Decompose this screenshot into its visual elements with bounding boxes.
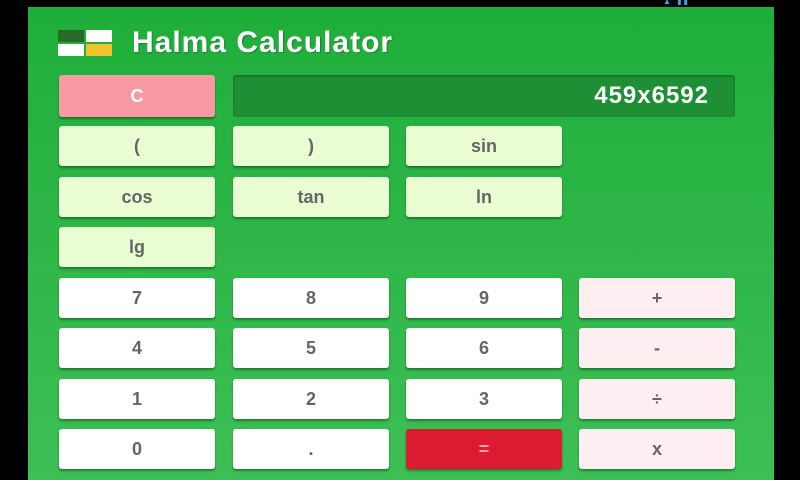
title-bar: Halma Calculator <box>58 25 393 61</box>
sin-button[interactable]: sin <box>406 126 562 166</box>
digit-1-button[interactable]: 1 <box>59 379 215 419</box>
digit-4-button[interactable]: 4 <box>59 328 215 368</box>
calculator-app: Halma Calculator C 459x6592 ( ) sin cos … <box>28 7 774 480</box>
divide-button[interactable]: ÷ <box>579 379 735 419</box>
digit-0-button[interactable]: 0 <box>59 429 215 469</box>
decimal-point-button[interactable]: . <box>233 429 389 469</box>
digit-8-button[interactable]: 8 <box>233 278 389 318</box>
halma-logo-icon <box>58 30 114 56</box>
digit-7-button[interactable]: 7 <box>59 278 215 318</box>
tan-button[interactable]: tan <box>233 177 389 217</box>
lg-button[interactable]: lg <box>59 227 215 267</box>
status-bar: ▲ ▮▮ <box>0 0 800 7</box>
status-icons: ▲ ▮▮ <box>663 0 690 6</box>
plus-button[interactable]: + <box>579 278 735 318</box>
multiply-button[interactable]: x <box>579 429 735 469</box>
right-paren-button[interactable]: ) <box>233 126 389 166</box>
left-paren-button[interactable]: ( <box>59 126 215 166</box>
digit-6-button[interactable]: 6 <box>406 328 562 368</box>
minus-button[interactable]: - <box>579 328 735 368</box>
digit-2-button[interactable]: 2 <box>233 379 389 419</box>
digit-9-button[interactable]: 9 <box>406 278 562 318</box>
equals-button[interactable]: = <box>406 429 562 469</box>
clear-button[interactable]: C <box>59 75 215 117</box>
app-title: Halma Calculator <box>132 26 394 59</box>
cos-button[interactable]: cos <box>59 177 215 217</box>
digit-5-button[interactable]: 5 <box>233 328 389 368</box>
expression-display: 459x6592 <box>233 75 735 117</box>
digit-3-button[interactable]: 3 <box>406 379 562 419</box>
ln-button[interactable]: ln <box>406 177 562 217</box>
